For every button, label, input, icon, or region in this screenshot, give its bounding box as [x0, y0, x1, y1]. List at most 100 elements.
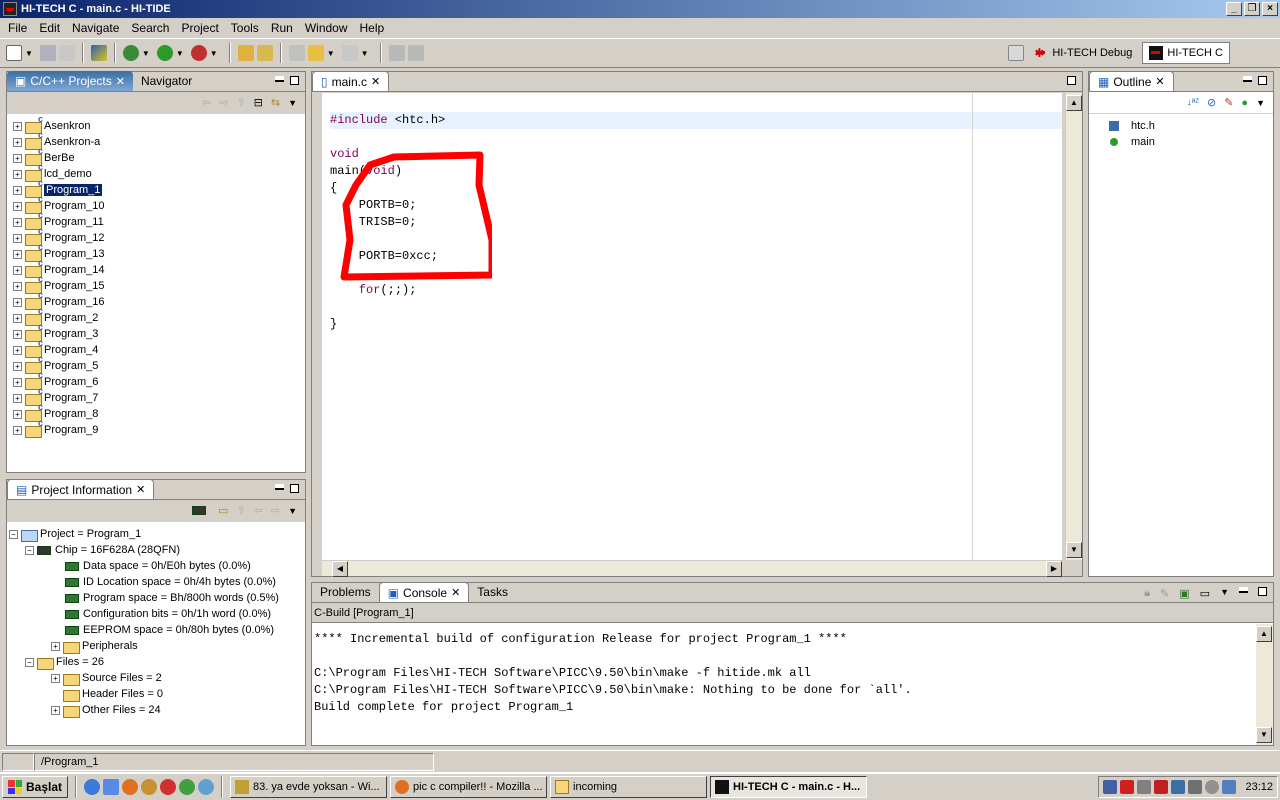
scroll-right-button[interactable]: ▶	[1046, 561, 1062, 577]
run-dropdown-icon[interactable]: ▼	[176, 49, 184, 58]
project-item[interactable]: + Asenkron-a	[9, 130, 303, 150]
tab-outline[interactable]: ▦ Outline ✕	[1089, 71, 1174, 91]
console-output[interactable]: **** Incremental build of configuration …	[312, 623, 1273, 724]
opera-icon[interactable]	[160, 779, 177, 795]
new-icon[interactable]	[6, 45, 22, 61]
back-icon[interactable]: ⇦	[202, 96, 211, 109]
tab-project-information[interactable]: ▤ Project Information ✕	[7, 479, 155, 499]
close-icon[interactable]: ✕	[1155, 75, 1164, 88]
view-menu-icon[interactable]: ▼	[1256, 98, 1265, 108]
expand-icon[interactable]: +	[13, 377, 22, 387]
up-icon[interactable]: ⇧	[236, 504, 245, 517]
project-item[interactable]: + Program_15	[9, 274, 303, 294]
maximize-view-button[interactable]	[1258, 587, 1267, 596]
minimize-view-button[interactable]	[1239, 587, 1248, 593]
tab-problems[interactable]: Problems	[312, 582, 379, 602]
menu-navigate[interactable]: Navigate	[66, 21, 125, 35]
forward-icon[interactable]	[341, 45, 358, 61]
open-perspective-icon[interactable]	[1008, 45, 1025, 61]
menu-search[interactable]: Search	[125, 21, 175, 35]
network-icon[interactable]	[198, 779, 215, 795]
expand-icon[interactable]: +	[13, 281, 22, 291]
collapse-icon[interactable]: −	[25, 545, 34, 555]
clock[interactable]: 23:12	[1245, 781, 1273, 793]
forward-icon[interactable]: ⇨	[219, 96, 228, 109]
perspective-hitech-debug[interactable]: ✱ HI-TECH Debug	[1028, 42, 1138, 64]
tree-id-location[interactable]: ID Location space = 0h/4h bytes (0.0%)	[9, 574, 303, 590]
tab-main-c[interactable]: ▯ main.c ✕	[312, 71, 390, 91]
taskbar-item-mozilla[interactable]: pic c compiler!! - Mozilla ...	[390, 776, 548, 798]
maximize-view-button[interactable]	[290, 484, 299, 493]
external-tools-icon[interactable]	[190, 45, 207, 61]
expand-icon[interactable]: +	[13, 121, 22, 131]
scroll-down-button[interactable]: ▼	[1256, 727, 1272, 743]
open-folder-icon[interactable]: ▭	[218, 504, 228, 517]
expand-icon[interactable]: +	[13, 345, 22, 355]
tool-icon[interactable]	[407, 45, 424, 61]
pin-console-icon[interactable]: ▣	[1179, 587, 1189, 600]
expand-icon[interactable]: +	[13, 249, 22, 259]
project-item[interactable]: + Program_13	[9, 242, 303, 262]
outline-item-function[interactable]: main	[1109, 134, 1271, 150]
tab-cpp-projects[interactable]: ▣ C/C++ Projects ✕	[7, 71, 133, 91]
start-button[interactable]: Başlat	[2, 776, 69, 798]
project-item[interactable]: + Asenkron	[9, 114, 303, 134]
expand-icon[interactable]: +	[13, 409, 22, 419]
ati-tray-icon[interactable]	[1120, 780, 1135, 794]
build-icon[interactable]	[90, 45, 107, 61]
tree-project[interactable]: − Project = Program_1	[9, 526, 303, 542]
project-item[interactable]: + Program_16	[9, 290, 303, 310]
tree-chip[interactable]: − Chip = 16F628A (28QFN)	[9, 542, 303, 558]
minimize-view-button[interactable]	[1243, 76, 1252, 82]
chip-icon[interactable]	[192, 506, 207, 515]
expand-icon[interactable]: +	[13, 185, 22, 195]
expand-icon[interactable]: +	[13, 201, 22, 211]
search-icon[interactable]	[256, 45, 273, 61]
expand-icon[interactable]: +	[13, 217, 22, 227]
collapse-all-icon[interactable]: ⊟	[254, 96, 263, 109]
firefox-icon[interactable]	[122, 779, 139, 795]
minimize-view-button[interactable]	[275, 484, 284, 490]
run-icon[interactable]	[156, 45, 173, 61]
menu-run[interactable]: Run	[265, 21, 299, 35]
scroll-up-button[interactable]: ▲	[1066, 95, 1082, 111]
expand-icon[interactable]: +	[13, 137, 22, 147]
hide-nonpublic-icon[interactable]: ●	[1241, 97, 1248, 109]
perspective-hitech-c[interactable]: HI-TECH C	[1142, 42, 1230, 64]
project-item[interactable]: + Program_5	[9, 354, 303, 374]
tab-tasks[interactable]: Tasks	[469, 582, 516, 602]
restore-button[interactable]: ❐	[1244, 2, 1260, 16]
close-button[interactable]: ×	[1262, 2, 1278, 16]
collapse-icon[interactable]: −	[25, 657, 34, 667]
close-icon[interactable]: ✕	[451, 586, 460, 599]
project-item[interactable]: + Program_14	[9, 258, 303, 278]
code-editor[interactable]: #include <htc.h> void main(void){ PORTB=0…	[322, 93, 1062, 560]
expand-icon[interactable]: +	[13, 169, 22, 179]
expand-icon[interactable]: +	[13, 265, 22, 275]
taskbar-item-incoming[interactable]: incoming	[550, 776, 708, 798]
network-tray-icon[interactable]	[1103, 780, 1118, 794]
project-item[interactable]: + Program_12	[9, 226, 303, 246]
collapse-icon[interactable]: −	[9, 529, 18, 539]
external-tools-dropdown-icon[interactable]: ▼	[210, 49, 218, 58]
volume-tray-icon[interactable]	[1137, 780, 1152, 794]
app-icon[interactable]	[141, 779, 158, 795]
tab-console[interactable]: ▣ Console ✕	[378, 582, 470, 602]
taskbar-item-hitide[interactable]: HI-TECH C - main.c - H...	[710, 776, 868, 798]
tree-config-bits[interactable]: Configuration bits = 0h/1h word (0.0%)	[9, 606, 303, 622]
expand-icon[interactable]: +	[13, 425, 22, 435]
maximize-view-button[interactable]	[1258, 76, 1267, 85]
project-item[interactable]: + Program_2	[9, 306, 303, 326]
maximize-view-button[interactable]	[290, 76, 299, 85]
editor-horizontal-scrollbar[interactable]: ◀ ▶	[322, 560, 1062, 577]
project-item[interactable]: + Program_7	[9, 386, 303, 406]
console-vertical-scrollbar[interactable]: ▲ ▼	[1256, 624, 1273, 745]
menu-window[interactable]: Window	[299, 21, 354, 35]
tree-header-files[interactable]: Header Files = 0	[9, 686, 303, 702]
close-icon[interactable]: ✕	[371, 75, 380, 88]
expand-icon[interactable]: +	[13, 393, 22, 403]
expand-icon[interactable]: +	[51, 641, 60, 651]
forward-dropdown-icon[interactable]: ▼	[361, 49, 369, 58]
back-icon[interactable]: ⇦	[254, 504, 263, 517]
close-icon[interactable]: ✕	[116, 75, 125, 88]
